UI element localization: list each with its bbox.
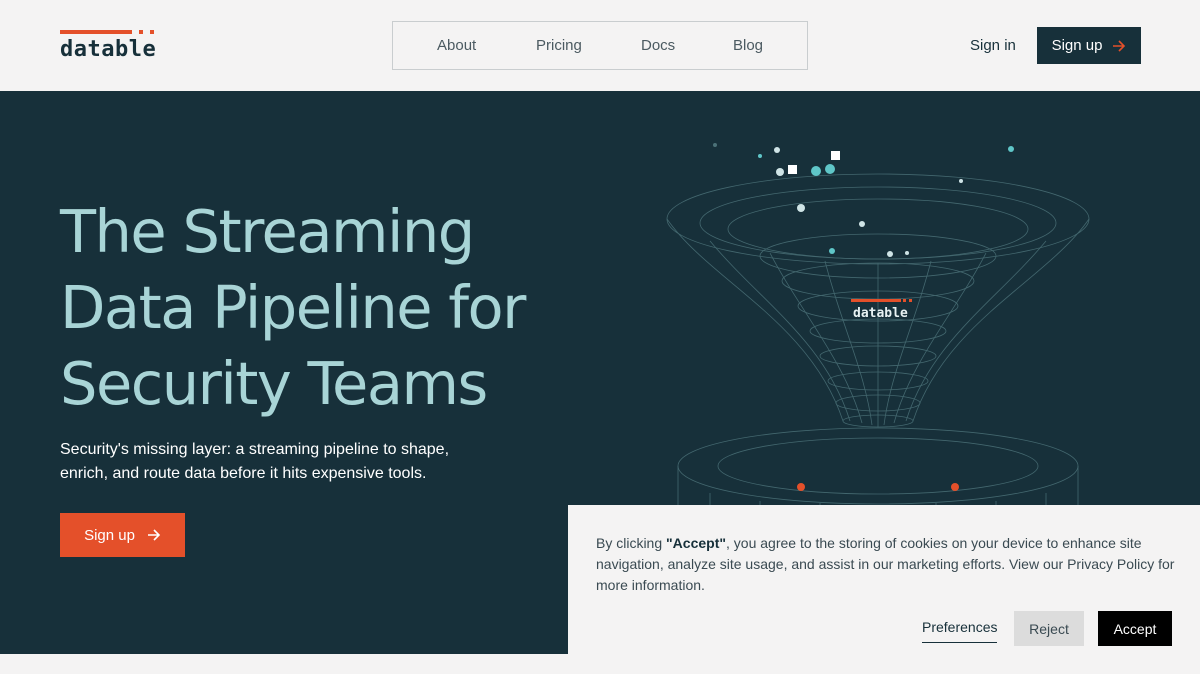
headline-line-3: Security Teams <box>60 349 488 418</box>
hero-sign-up-label: Sign up <box>84 526 135 544</box>
site-header: datable About Pricing Docs Blog Sign in … <box>0 0 1200 91</box>
headline-line-1: The Streaming <box>60 197 475 266</box>
nav-blog[interactable]: Blog <box>733 37 763 54</box>
arrow-right-icon <box>147 529 161 541</box>
preferences-link[interactable]: Preferences <box>922 619 998 643</box>
main-nav: About Pricing Docs Blog <box>392 21 808 70</box>
reject-button[interactable]: Reject <box>1014 611 1084 646</box>
hero-sign-up-button[interactable]: Sign up <box>60 513 185 557</box>
cookie-banner: By clicking "Accept", you agree to the s… <box>568 505 1200 674</box>
headline-line-2: Data Pipeline for <box>60 273 526 342</box>
logo-dot <box>150 30 154 34</box>
accept-button[interactable]: Accept <box>1098 611 1172 646</box>
funnel-label: datable <box>853 306 908 321</box>
nav-docs[interactable]: Docs <box>641 37 675 54</box>
sign-in-link[interactable]: Sign in <box>970 37 1016 54</box>
logo-text: datable <box>60 37 157 62</box>
sign-up-button[interactable]: Sign up <box>1037 27 1141 64</box>
sign-up-label: Sign up <box>1051 37 1103 54</box>
arrow-right-icon <box>1113 39 1126 52</box>
cookie-text: By clicking "Accept", you agree to the s… <box>596 535 1175 593</box>
nav-pricing[interactable]: Pricing <box>536 37 582 54</box>
nav-about[interactable]: About <box>437 37 476 54</box>
datable-logo[interactable]: datable <box>60 28 160 68</box>
logo-bar <box>60 30 132 34</box>
logo-dot <box>139 30 143 34</box>
hero-headline: The Streaming Data Pipeline for Security… <box>60 194 580 422</box>
hero-subtext: Security's missing layer: a streaming pi… <box>60 441 450 482</box>
